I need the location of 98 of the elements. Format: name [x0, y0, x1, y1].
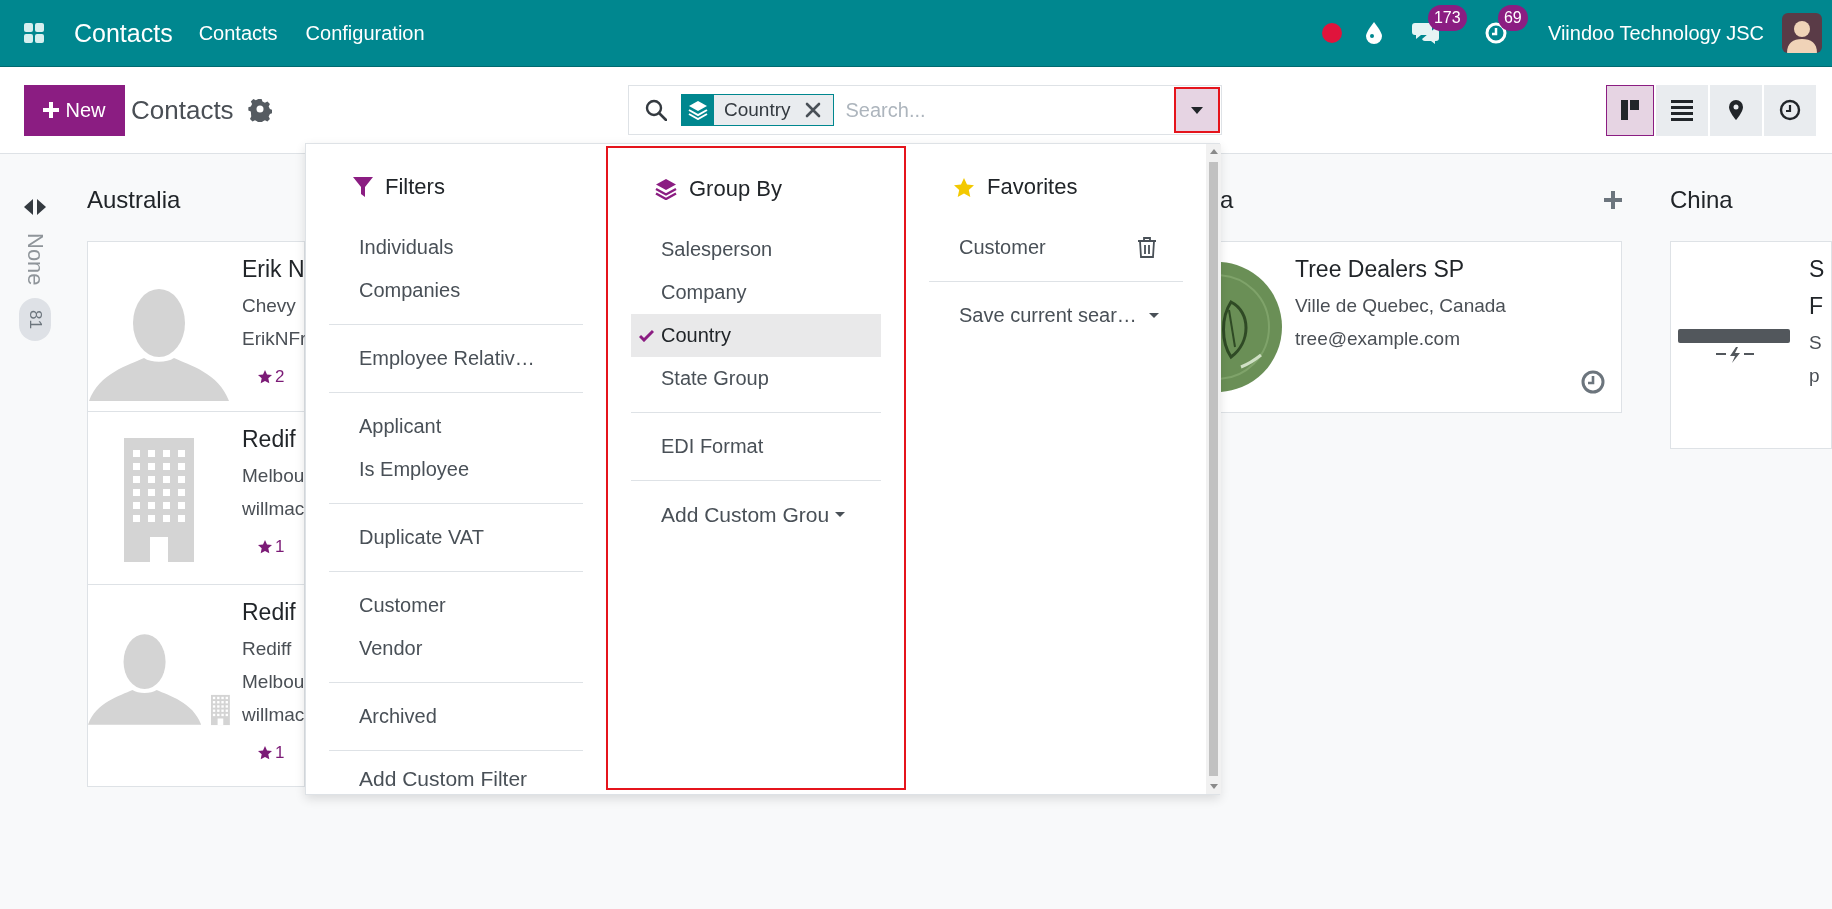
filter-option[interactable]: Individuals [329, 226, 583, 269]
rating-count: 2 [275, 367, 285, 387]
section-title: Filters [385, 174, 445, 200]
facet-label: Country [724, 99, 791, 121]
star-icon [953, 176, 975, 198]
contact-detail: Chevy [242, 294, 297, 318]
group-by-option[interactable]: State Group [631, 357, 881, 400]
kanban-view-icon [1621, 100, 1639, 120]
check-icon [639, 329, 654, 342]
scrollbar[interactable] [1206, 144, 1221, 794]
contact-name: Tree Dealers SP [1295, 256, 1466, 283]
contact-card[interactable]: Redif Melbou willmac 1 [87, 411, 305, 584]
contact-detail: ErikNFr [242, 327, 307, 351]
menu-item[interactable]: Configuration [305, 21, 425, 45]
filter-option[interactable]: Customer [329, 584, 583, 627]
caret-icon [835, 512, 846, 517]
settings-icon[interactable] [247, 98, 272, 122]
contact-card[interactable]: Redif Rediff Melbou willmac 1 [87, 584, 305, 787]
record-dot-icon[interactable] [1321, 23, 1342, 43]
column-title: China [1670, 186, 1733, 214]
custom-group-select[interactable]: Add Custom Grou [631, 493, 881, 536]
contact-detail: p [1809, 364, 1821, 388]
contact-name: Erik N [242, 256, 306, 283]
add-icon[interactable] [1604, 191, 1622, 209]
filter-icon [353, 177, 373, 197]
contact-detail: S [1809, 331, 1823, 355]
page-title: Contacts [131, 94, 234, 126]
caret-icon [1148, 313, 1159, 318]
map-view-button[interactable] [1710, 84, 1762, 136]
layers-icon [688, 100, 708, 120]
section-title: Favorites [987, 174, 1078, 200]
list-view-icon [1671, 99, 1693, 121]
contact-detail: tree@example.com [1295, 327, 1462, 351]
section-title: Group By [689, 176, 782, 202]
contact-card[interactable]: Erik N Chevy ErikNFr 2 [87, 241, 305, 411]
building-icon [124, 438, 194, 562]
clock-icon [1779, 99, 1801, 121]
caret-icon [1191, 106, 1203, 114]
filter-option[interactable]: Employee Relativ… [329, 337, 583, 380]
contact-detail: F [1809, 293, 1825, 320]
contact-name: Redif [242, 426, 297, 453]
person-silhouette-icon [1787, 19, 1817, 53]
search-options-toggle[interactable] [1174, 87, 1220, 133]
map-pin-icon [1729, 100, 1743, 120]
contact-detail: Melbou [242, 670, 305, 694]
contact-detail: willmac [242, 703, 305, 727]
delete-icon[interactable] [1137, 237, 1157, 258]
plus-icon [43, 102, 60, 118]
rating-count: 1 [275, 537, 285, 557]
search-icon [645, 99, 667, 121]
menu-item[interactable]: Contacts [198, 21, 278, 45]
group-by-option[interactable]: EDI Format [631, 425, 881, 468]
filter-option[interactable]: Archived [329, 695, 583, 738]
save-search-toggle[interactable]: Save current sear… [929, 294, 1183, 337]
filter-option[interactable]: Applicant [329, 405, 583, 448]
new-button[interactable]: New [24, 84, 125, 136]
contact-detail: willmac [242, 497, 305, 521]
clock-icon[interactable] [1483, 21, 1508, 45]
group-by-option[interactable]: Company [631, 271, 881, 314]
column-title: a [1220, 186, 1234, 214]
filter-option[interactable]: Duplicate VAT [329, 516, 583, 559]
group-by-option[interactable]: Country [631, 314, 881, 357]
add-custom-filter-link[interactable]: Add Custom Filter [359, 766, 528, 791]
count-badge: 81 [19, 297, 51, 341]
column-title: Australia [87, 186, 181, 214]
filter-option[interactable]: Companies [329, 269, 583, 312]
message-count-badge: 173 [1427, 5, 1467, 31]
contact-detail: Rediff [242, 637, 293, 661]
user-avatar[interactable] [1782, 13, 1822, 53]
contact-card[interactable]: S F S p [1670, 241, 1832, 449]
apps-menu-icon[interactable] [24, 23, 44, 43]
filter-option[interactable]: Vendor [329, 627, 583, 670]
contact-name: S [1809, 256, 1825, 283]
favorite-option[interactable]: Customer [959, 236, 1046, 259]
search-field[interactable]: Country Search... [628, 85, 1222, 135]
star-icon [258, 370, 272, 384]
drop-icon[interactable] [1365, 22, 1382, 44]
list-view-button[interactable] [1656, 84, 1708, 136]
layers-icon [655, 178, 677, 200]
company-name[interactable]: Viindoo Technology JSC [1547, 21, 1764, 45]
chat-icon[interactable] [1411, 21, 1440, 45]
app-title[interactable]: Contacts [74, 18, 173, 48]
filter-option[interactable]: Is Employee [329, 448, 583, 491]
building-icon [211, 694, 230, 726]
kanban-view-button[interactable] [1606, 84, 1654, 136]
activity-count-badge: 69 [1497, 5, 1528, 31]
group-by-option[interactable]: Salesperson [631, 228, 881, 271]
star-icon [258, 540, 272, 554]
star-icon [258, 746, 272, 760]
contact-detail: Melbou [242, 464, 305, 488]
contact-name: Redif [242, 599, 297, 626]
clock-icon[interactable] [1581, 370, 1605, 394]
contact-card[interactable]: Tree Dealers SP Ville de Quebec, Canada tree@example.com [1220, 241, 1622, 413]
close-icon[interactable] [804, 102, 821, 118]
rating-count: 1 [275, 743, 285, 763]
activity-view-button[interactable] [1764, 84, 1816, 136]
contact-detail: Ville de Quebec, Canada [1295, 294, 1506, 318]
expand-arrows-icon[interactable] [24, 199, 46, 215]
